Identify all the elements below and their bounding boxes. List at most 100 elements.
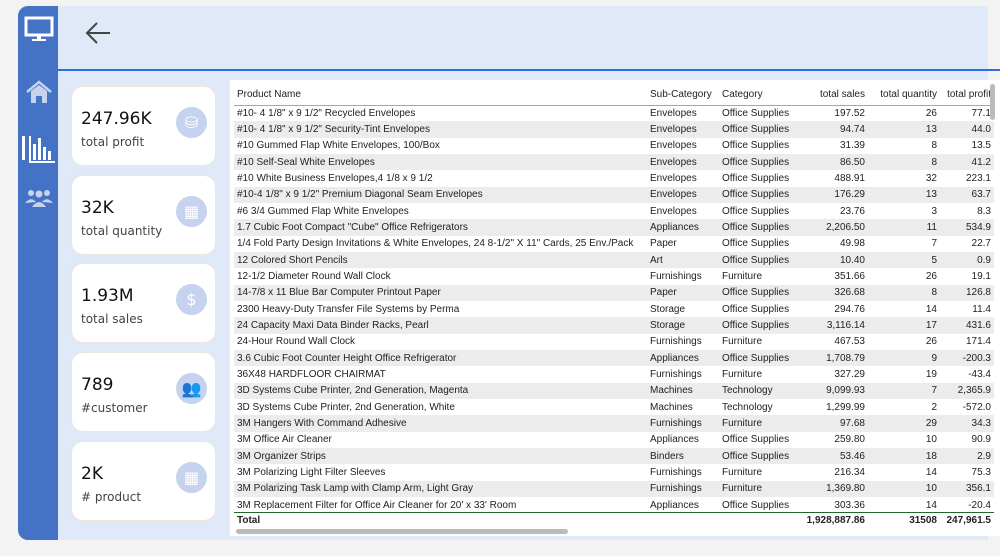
table-cell: Office Supplies xyxy=(722,254,789,266)
table-cell: Envelopes xyxy=(650,107,697,119)
table-row[interactable]: #10-4 1/8" x 9 1/2" Premium Diagonal Sea… xyxy=(234,186,994,203)
kpi-label: #customer xyxy=(81,401,148,416)
back-arrow-icon[interactable] xyxy=(84,18,114,48)
table-cell: 1,369.80 xyxy=(826,483,865,495)
kpi-label: total profit xyxy=(81,135,145,149)
monitor-icon[interactable] xyxy=(18,16,60,42)
table-cell: Art xyxy=(650,254,663,266)
table-cell: 26 xyxy=(925,107,937,119)
kpi-label: total quantity xyxy=(81,223,163,238)
table-row[interactable]: 3M Polarizing Light Filter Sleeves Furnis… xyxy=(234,464,994,480)
horizontal-scrollbar[interactable] xyxy=(236,529,568,534)
table-cell: 259.80 xyxy=(834,434,865,446)
table-cell: Furniture xyxy=(722,417,763,429)
vertical-scrollbar[interactable] xyxy=(990,84,995,120)
table-cell: 197.52 xyxy=(834,107,865,119)
table-row[interactable]: 12 Colored Short Pencils Art Office Suppli… xyxy=(234,251,994,269)
table-cell: -43.4 xyxy=(968,368,991,380)
table-cell: 3M Organizer Strips xyxy=(237,450,326,462)
table-cell: 36X48 HARDFLOOR CHAIRMAT xyxy=(237,368,386,380)
table-cell: 3D Systems Cube Printer, 2nd Generation,… xyxy=(237,401,455,413)
table-cell: 86.50 xyxy=(839,156,865,168)
table-cell: Furniture xyxy=(722,466,763,478)
boxes-icon: ▦ xyxy=(176,195,207,227)
table-cell: #10 Self-Seal White Envelopes xyxy=(237,156,375,168)
table-cell: 94.74 xyxy=(839,123,865,135)
table-row[interactable]: #10 Self-Seal White Envelopes Envelopes Of… xyxy=(234,153,994,171)
table-cell: 3M Office Air Cleaner xyxy=(237,434,332,446)
boxes-icon: ▦ xyxy=(176,461,207,493)
table-row[interactable]: #10- 4 1/8" x 9 1/2" Recycled Envelopes E… xyxy=(234,105,994,121)
table-row[interactable]: 24 Capacity Maxi Data Binder Racks, Pear… xyxy=(234,317,994,334)
table-cell: Office Supplies xyxy=(722,123,789,135)
table-cell: 1,708.79 xyxy=(826,352,865,364)
table-cell: 3,116.14 xyxy=(826,319,865,331)
table-cell: Technology xyxy=(722,385,773,397)
table-cell: 19.1 xyxy=(971,270,991,282)
table-row[interactable]: 3M Office Air Cleaner Appliances Office Su… xyxy=(234,432,994,448)
table-cell: Envelopes xyxy=(650,156,697,168)
table-cell: Office Supplies xyxy=(722,156,789,168)
table-cell: 171.4 xyxy=(965,336,991,348)
home-icon[interactable] xyxy=(18,80,60,104)
column-header[interactable]: total quantity xyxy=(868,89,940,100)
table-cell: 63.7 xyxy=(971,189,991,201)
table-cell: 3.6 Cubic Foot Counter Height Office Ref… xyxy=(237,352,457,364)
column-header[interactable]: total profit xyxy=(940,89,994,100)
table-cell: Envelopes xyxy=(650,172,697,184)
bar-chart-icon[interactable] xyxy=(18,134,60,164)
total-cell: 1,928,887.86 xyxy=(806,515,865,527)
table-row[interactable]: 3M Polarizing Task Lamp with Clamp Arm, … xyxy=(234,480,994,497)
table-cell: 12-1/2 Diameter Round Wall Clock xyxy=(237,270,391,282)
table-cell: Furnishings xyxy=(650,417,702,429)
column-header[interactable]: Sub-Category xyxy=(647,89,719,100)
table-cell: 11.4 xyxy=(972,303,991,315)
table-cell: Office Supplies xyxy=(722,172,789,184)
table-cell: 2,365.9 xyxy=(957,385,991,397)
table-row[interactable]: 3M Replacement Filter for Office Air Cle… xyxy=(234,497,994,513)
table-row[interactable]: #10- 4 1/8" x 9 1/2" Security-Tint Envel… xyxy=(234,121,994,138)
table-cell: 3M Polarizing Light Filter Sleeves xyxy=(237,466,386,478)
column-header[interactable]: Category xyxy=(719,89,789,100)
table-cell: Envelopes xyxy=(650,205,697,217)
table-cell: 1,299.99 xyxy=(826,401,865,413)
table-cell: 431.6 xyxy=(965,319,991,331)
table-row[interactable]: 2300 Heavy-Duty Transfer File Systems by… xyxy=(234,301,994,317)
table-row[interactable]: 36X48 HARDFLOOR CHAIRMAT Furnishings Furni… xyxy=(234,366,994,382)
table-row[interactable]: 1.7 Cubic Foot Compact "Cube" Office Ref… xyxy=(234,219,994,236)
table-cell: Furnishings xyxy=(650,466,702,478)
table-cell: Furniture xyxy=(722,368,763,380)
table-row[interactable]: 3D Systems Cube Printer, 2nd Generation,… xyxy=(234,382,994,399)
table-row[interactable]: 3.6 Cubic Foot Counter Height Office Ref… xyxy=(234,349,994,367)
sidebar xyxy=(18,6,60,540)
table-row[interactable]: #10 White Business Envelopes,4 1/8 x 9 1… xyxy=(234,170,994,186)
table-row[interactable]: 3M Hangers With Command Adhesive Furnishi… xyxy=(234,415,994,432)
table-row[interactable]: 1/4 Fold Party Design Invitations & Whit… xyxy=(234,236,994,252)
table-row[interactable]: 24-Hour Round Wall Clock Furnishings Furni… xyxy=(234,334,994,350)
table-cell: Machines xyxy=(650,401,693,413)
customers-icon[interactable] xyxy=(18,188,60,208)
table-cell: Appliances xyxy=(650,434,699,446)
column-header[interactable]: Product Name xyxy=(234,89,647,100)
total-cell: 31508 xyxy=(909,515,937,527)
table-row[interactable]: 12-1/2 Diameter Round Wall Clock Furnishi… xyxy=(234,268,994,284)
table-cell: -200.3 xyxy=(962,352,991,364)
table-cell: Furnishings xyxy=(650,270,702,282)
table-row[interactable]: 3M Organizer Strips Binders Office Supplie… xyxy=(234,447,994,465)
table-cell: 14 xyxy=(925,466,937,478)
table-cell: 7 xyxy=(931,385,937,397)
kpi-card: 247.96K total profit ⛁ xyxy=(71,86,216,166)
table-cell: 14-7/8 x 11 Blue Bar Computer Printout P… xyxy=(237,287,441,299)
table-row[interactable]: #10 Gummed Flap White Envelopes, 100/Box… xyxy=(234,138,994,154)
kpi-value: 32K xyxy=(81,197,114,218)
table-cell: Binders xyxy=(650,450,684,462)
column-header[interactable]: total sales xyxy=(789,89,868,100)
table-cell: 13.5 xyxy=(971,140,991,152)
table-row[interactable]: 3D Systems Cube Printer, 2nd Generation,… xyxy=(234,399,994,415)
table-row[interactable]: #6 3/4 Gummed Flap White Envelopes Envelo… xyxy=(234,203,994,219)
table-cell: -572.0 xyxy=(962,401,991,413)
table-cell: 327.29 xyxy=(834,368,865,380)
table-cell: Office Supplies xyxy=(722,450,789,462)
table-cell: 10.40 xyxy=(839,254,865,266)
table-row[interactable]: 14-7/8 x 11 Blue Bar Computer Printout P… xyxy=(234,284,994,301)
